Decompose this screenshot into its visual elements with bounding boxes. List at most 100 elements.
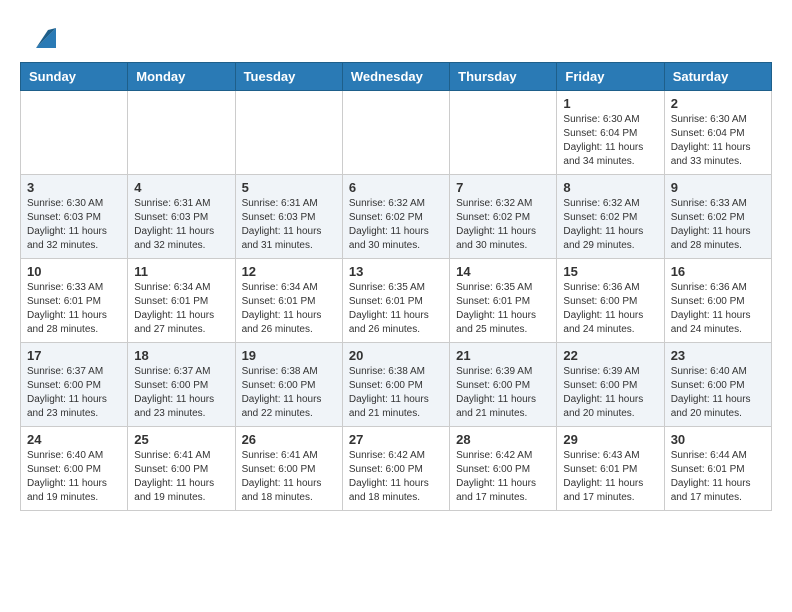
calendar-cell: 10 Sunrise: 6:33 AM Sunset: 6:01 PM Dayli… [21, 259, 128, 343]
calendar-week-row: 17 Sunrise: 6:37 AM Sunset: 6:00 PM Dayli… [21, 343, 772, 427]
day-number: 15 [563, 264, 657, 279]
day-number: 24 [27, 432, 121, 447]
day-info: Sunrise: 6:32 AM Sunset: 6:02 PM Dayligh… [349, 197, 443, 253]
calendar-cell: 16 Sunrise: 6:36 AM Sunset: 6:00 PM Dayli… [664, 259, 771, 343]
calendar-cell [235, 91, 342, 175]
calendar-cell [450, 91, 557, 175]
day-info: Sunrise: 6:34 AM Sunset: 6:01 PM Dayligh… [134, 281, 228, 337]
day-number: 7 [456, 180, 550, 195]
day-info: Sunrise: 6:34 AM Sunset: 6:01 PM Dayligh… [242, 281, 336, 337]
calendar-cell [21, 91, 128, 175]
day-info: Sunrise: 6:33 AM Sunset: 6:02 PM Dayligh… [671, 197, 765, 253]
day-info: Sunrise: 6:38 AM Sunset: 6:00 PM Dayligh… [349, 365, 443, 421]
calendar-cell: 28Sunrise: 6:42 AM Sunset: 6:00 PM Dayli… [450, 427, 557, 511]
calendar-cell: 5 Sunrise: 6:31 AM Sunset: 6:03 PM Daylig… [235, 175, 342, 259]
day-number: 16 [671, 264, 765, 279]
weekday-header: Sunday [21, 63, 128, 91]
calendar-cell: 17 Sunrise: 6:37 AM Sunset: 6:00 PM Dayli… [21, 343, 128, 427]
day-info: Sunrise: 6:31 AM Sunset: 6:03 PM Dayligh… [242, 197, 336, 253]
day-number: 12 [242, 264, 336, 279]
day-info: Sunrise: 6:39 AM Sunset: 6:00 PM Dayligh… [563, 365, 657, 421]
day-info: Sunrise: 6:33 AM Sunset: 6:01 PM Dayligh… [27, 281, 121, 337]
day-info: Sunrise: 6:39 AM Sunset: 6:00 PM Dayligh… [456, 365, 550, 421]
day-number: 21 [456, 348, 550, 363]
calendar-cell: 24 Sunrise: 6:40 AM Sunset: 6:00 PM Dayli… [21, 427, 128, 511]
calendar-cell: 1 Sunrise: 6:30 AM Sunset: 6:04 PM Daylig… [557, 91, 664, 175]
day-number: 29 [563, 432, 657, 447]
day-number: 20 [349, 348, 443, 363]
day-info: Sunrise: 6:31 AM Sunset: 6:03 PM Dayligh… [134, 197, 228, 253]
calendar-table: SundayMondayTuesdayWednesdayThursdayFrid… [20, 62, 772, 511]
calendar-cell: 25 Sunrise: 6:41 AM Sunset: 6:00 PM Dayli… [128, 427, 235, 511]
calendar-cell: 11 Sunrise: 6:34 AM Sunset: 6:01 PM Dayli… [128, 259, 235, 343]
day-number: 8 [563, 180, 657, 195]
day-info: Sunrise: 6:35 AM Sunset: 6:01 PM Dayligh… [349, 281, 443, 337]
day-info: Sunrise: 6:40 AM Sunset: 6:00 PM Dayligh… [671, 365, 765, 421]
calendar-header-row: SundayMondayTuesdayWednesdayThursdayFrid… [21, 63, 772, 91]
day-info: Sunrise: 6:36 AM Sunset: 6:00 PM Dayligh… [563, 281, 657, 337]
day-info: Sunrise: 6:30 AM Sunset: 6:04 PM Dayligh… [563, 113, 657, 169]
day-info: Sunrise: 6:44 AM Sunset: 6:01 PM Dayligh… [671, 449, 765, 505]
calendar-cell: 22 Sunrise: 6:39 AM Sunset: 6:00 PM Dayli… [557, 343, 664, 427]
logo-icon [28, 20, 60, 52]
weekday-header: Saturday [664, 63, 771, 91]
calendar-cell: 7 Sunrise: 6:32 AM Sunset: 6:02 PM Daylig… [450, 175, 557, 259]
day-info: Sunrise: 6:35 AM Sunset: 6:01 PM Dayligh… [456, 281, 550, 337]
weekday-header: Monday [128, 63, 235, 91]
day-number: 19 [242, 348, 336, 363]
day-number: 10 [27, 264, 121, 279]
day-number: 5 [242, 180, 336, 195]
calendar-cell: 21 Sunrise: 6:39 AM Sunset: 6:00 PM Dayli… [450, 343, 557, 427]
day-number: 30 [671, 432, 765, 447]
day-number: 18 [134, 348, 228, 363]
weekday-header: Thursday [450, 63, 557, 91]
calendar-cell: 15 Sunrise: 6:36 AM Sunset: 6:00 PM Dayli… [557, 259, 664, 343]
calendar-cell: 13Sunrise: 6:35 AM Sunset: 6:01 PM Dayli… [342, 259, 449, 343]
day-info: Sunrise: 6:40 AM Sunset: 6:00 PM Dayligh… [27, 449, 121, 505]
day-number: 6 [349, 180, 443, 195]
day-number: 23 [671, 348, 765, 363]
calendar-cell: 20 Sunrise: 6:38 AM Sunset: 6:00 PM Dayli… [342, 343, 449, 427]
day-info: Sunrise: 6:37 AM Sunset: 6:00 PM Dayligh… [27, 365, 121, 421]
weekday-header: Tuesday [235, 63, 342, 91]
day-number: 14 [456, 264, 550, 279]
day-info: Sunrise: 6:37 AM Sunset: 6:00 PM Dayligh… [134, 365, 228, 421]
logo [20, 20, 60, 52]
day-number: 17 [27, 348, 121, 363]
calendar-week-row: 10 Sunrise: 6:33 AM Sunset: 6:01 PM Dayli… [21, 259, 772, 343]
day-info: Sunrise: 6:32 AM Sunset: 6:02 PM Dayligh… [456, 197, 550, 253]
calendar-cell: 18 Sunrise: 6:37 AM Sunset: 6:00 PM Dayli… [128, 343, 235, 427]
calendar-cell [128, 91, 235, 175]
calendar-cell: 27Sunrise: 6:42 AM Sunset: 6:00 PM Dayli… [342, 427, 449, 511]
calendar-week-row: 24 Sunrise: 6:40 AM Sunset: 6:00 PM Dayli… [21, 427, 772, 511]
calendar-week-row: 1 Sunrise: 6:30 AM Sunset: 6:04 PM Daylig… [21, 91, 772, 175]
day-info: Sunrise: 6:41 AM Sunset: 6:00 PM Dayligh… [242, 449, 336, 505]
page-header [20, 20, 772, 52]
day-info: Sunrise: 6:38 AM Sunset: 6:00 PM Dayligh… [242, 365, 336, 421]
day-info: Sunrise: 6:42 AM Sunset: 6:00 PM Dayligh… [349, 449, 443, 505]
calendar-week-row: 3Sunrise: 6:30 AM Sunset: 6:03 PM Daylig… [21, 175, 772, 259]
calendar-cell: 14 Sunrise: 6:35 AM Sunset: 6:01 PM Dayli… [450, 259, 557, 343]
calendar-cell: 6 Sunrise: 6:32 AM Sunset: 6:02 PM Daylig… [342, 175, 449, 259]
calendar-cell: 9Sunrise: 6:33 AM Sunset: 6:02 PM Daylig… [664, 175, 771, 259]
weekday-header: Wednesday [342, 63, 449, 91]
calendar-cell [342, 91, 449, 175]
calendar-cell: 26Sunrise: 6:41 AM Sunset: 6:00 PM Dayli… [235, 427, 342, 511]
day-info: Sunrise: 6:36 AM Sunset: 6:00 PM Dayligh… [671, 281, 765, 337]
day-info: Sunrise: 6:41 AM Sunset: 6:00 PM Dayligh… [134, 449, 228, 505]
day-info: Sunrise: 6:30 AM Sunset: 6:03 PM Dayligh… [27, 197, 121, 253]
day-info: Sunrise: 6:42 AM Sunset: 6:00 PM Dayligh… [456, 449, 550, 505]
day-number: 2 [671, 96, 765, 111]
calendar-cell: 19 Sunrise: 6:38 AM Sunset: 6:00 PM Dayli… [235, 343, 342, 427]
day-number: 22 [563, 348, 657, 363]
calendar-cell: 30 Sunrise: 6:44 AM Sunset: 6:01 PM Dayli… [664, 427, 771, 511]
calendar-cell: 3Sunrise: 6:30 AM Sunset: 6:03 PM Daylig… [21, 175, 128, 259]
calendar-cell: 23 Sunrise: 6:40 AM Sunset: 6:00 PM Dayli… [664, 343, 771, 427]
weekday-header: Friday [557, 63, 664, 91]
calendar-cell: 4Sunrise: 6:31 AM Sunset: 6:03 PM Daylig… [128, 175, 235, 259]
day-number: 25 [134, 432, 228, 447]
day-number: 1 [563, 96, 657, 111]
day-number: 11 [134, 264, 228, 279]
calendar-cell: 8Sunrise: 6:32 AM Sunset: 6:02 PM Daylig… [557, 175, 664, 259]
calendar-cell: 2Sunrise: 6:30 AM Sunset: 6:04 PM Daylig… [664, 91, 771, 175]
